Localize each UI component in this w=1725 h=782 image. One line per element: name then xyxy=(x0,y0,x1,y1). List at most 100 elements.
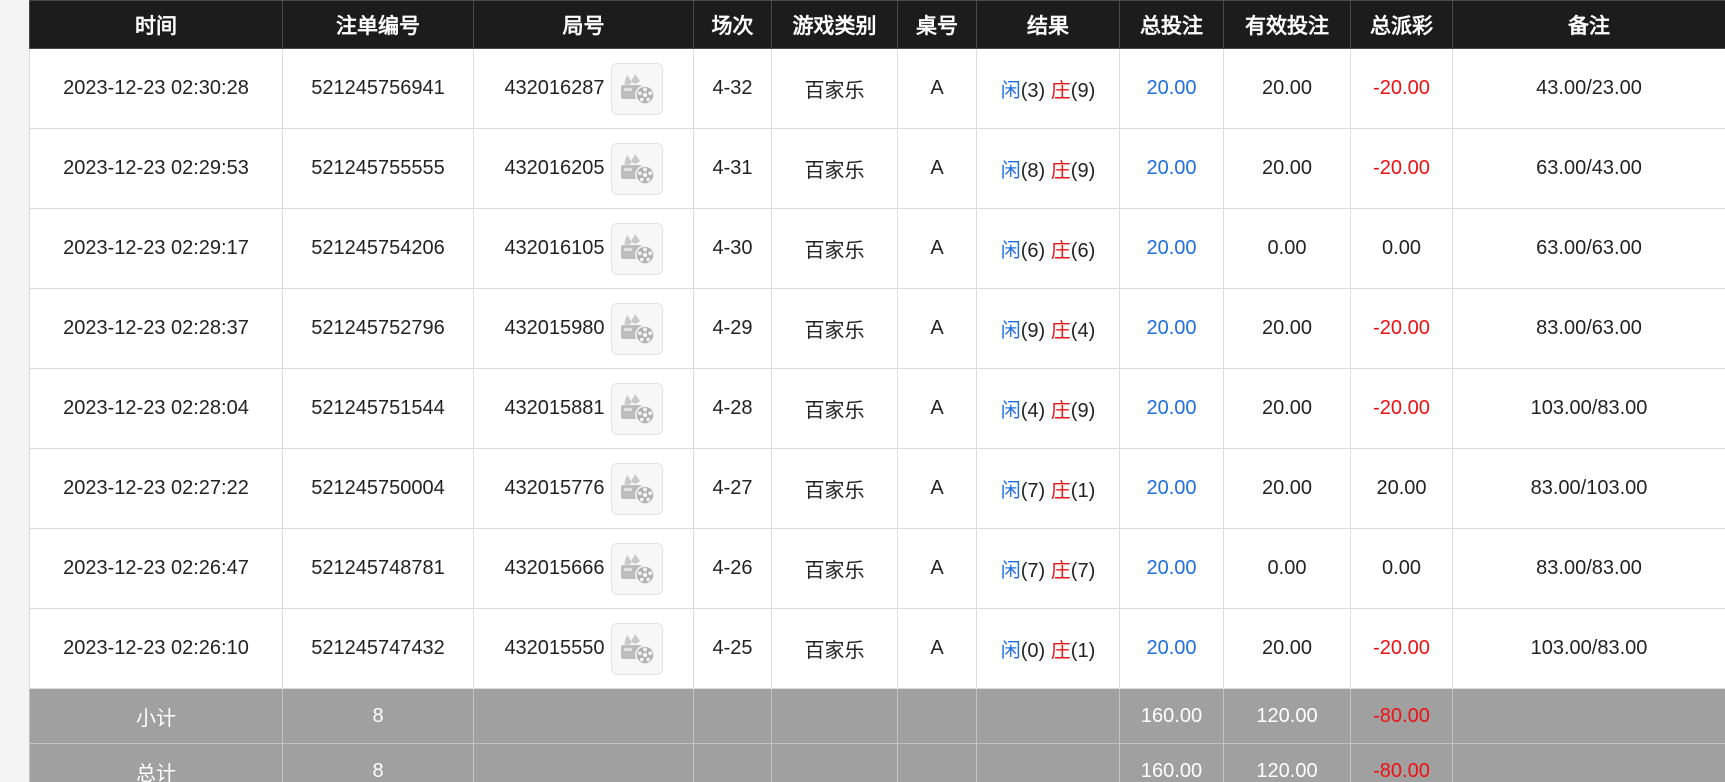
video-replay-button[interactable] xyxy=(610,382,663,435)
cell-round-id: 432015550 xyxy=(504,637,605,659)
result-banker-points: (4) xyxy=(1070,320,1096,342)
cell-result: 闲(7) 庄(7) xyxy=(976,528,1120,609)
table-body: 2023-12-23 02:30:28 521245756941 4320162… xyxy=(29,48,1725,689)
cell-round: 432015980 xyxy=(473,288,694,369)
cell-total-payout: 0.00 xyxy=(1350,208,1453,289)
video-replay-icon xyxy=(620,73,655,105)
total-count: 8 xyxy=(282,743,474,782)
subtotal-label: 小计 xyxy=(29,688,283,744)
result-banker-label: 庄 xyxy=(1050,478,1071,502)
cell-time: 2023-12-23 02:28:37 xyxy=(29,288,283,369)
result-player-label: 闲 xyxy=(1000,478,1021,502)
total-payout: -80.00 xyxy=(1350,743,1453,782)
col-header-total-payout: 总派彩 xyxy=(1350,0,1453,49)
video-replay-button[interactable] xyxy=(610,462,663,515)
table-header: 时间 注单编号 局号 场次 游戏类别 桌号 结果 总投注 有效投注 总派彩 备注 xyxy=(29,0,1725,49)
cell-total-bet: 20.00 xyxy=(1119,368,1224,449)
cell-round: 432015776 xyxy=(473,448,694,529)
empty-cell xyxy=(473,743,694,782)
video-replay-button[interactable] xyxy=(610,302,663,355)
cell-round: 432015550 xyxy=(473,608,694,689)
total-valid: 120.00 xyxy=(1223,743,1351,782)
cell-game-type: 百家乐 xyxy=(771,368,898,449)
cell-total-bet: 20.00 xyxy=(1119,208,1224,289)
video-replay-button[interactable] xyxy=(610,222,663,275)
result-banker-points: (6) xyxy=(1070,240,1096,262)
cell-total-payout: 0.00 xyxy=(1350,528,1453,609)
cell-total-bet: 20.00 xyxy=(1119,128,1224,209)
cell-round-id: 432016287 xyxy=(504,77,605,99)
cell-game-type: 百家乐 xyxy=(771,448,898,529)
result-player-label: 闲 xyxy=(1000,78,1021,102)
table-row: 2023-12-23 02:29:53 521245755555 4320162… xyxy=(29,128,1725,209)
result-banker-points: (9) xyxy=(1070,80,1096,102)
result-banker-label: 庄 xyxy=(1050,158,1071,182)
result-banker-points: (1) xyxy=(1070,480,1096,502)
result-player-label: 闲 xyxy=(1000,318,1021,342)
col-header-note: 备注 xyxy=(1452,0,1725,49)
cell-note: 43.00/23.00 xyxy=(1452,48,1725,129)
cell-time: 2023-12-23 02:29:17 xyxy=(29,208,283,289)
cell-round-id: 432015776 xyxy=(504,477,605,499)
cell-result: 闲(7) 庄(1) xyxy=(976,448,1120,529)
empty-cell xyxy=(693,688,772,744)
cell-table-no: A xyxy=(897,608,977,689)
video-replay-icon xyxy=(620,233,655,265)
table-row: 2023-12-23 02:30:28 521245756941 4320162… xyxy=(29,48,1725,129)
cell-session: 4-28 xyxy=(693,368,772,449)
video-replay-button[interactable] xyxy=(610,542,663,595)
cell-note: 103.00/83.00 xyxy=(1452,368,1725,449)
video-replay-button[interactable] xyxy=(610,142,663,195)
cell-round: 432015881 xyxy=(473,368,694,449)
col-header-result: 结果 xyxy=(976,0,1120,49)
col-header-game-type: 游戏类别 xyxy=(771,0,898,49)
result-banker-points: (9) xyxy=(1070,160,1096,182)
cell-result: 闲(6) 庄(6) xyxy=(976,208,1120,289)
cell-round: 432016105 xyxy=(473,208,694,289)
cell-note: 83.00/63.00 xyxy=(1452,288,1725,369)
video-replay-icon xyxy=(620,633,655,665)
cell-order-id: 521245755555 xyxy=(282,128,474,209)
cell-result: 闲(4) 庄(9) xyxy=(976,368,1120,449)
cell-total-bet: 20.00 xyxy=(1119,528,1224,609)
empty-cell xyxy=(771,743,898,782)
result-player-label: 闲 xyxy=(1000,238,1021,262)
cell-valid-bet: 20.00 xyxy=(1223,128,1351,209)
cell-round: 432015666 xyxy=(473,528,694,609)
result-player-points: (7) xyxy=(1020,560,1046,582)
cell-order-id: 521245747432 xyxy=(282,608,474,689)
col-header-order-id: 注单编号 xyxy=(282,0,474,49)
col-header-valid-bet: 有效投注 xyxy=(1223,0,1351,49)
cell-valid-bet: 20.00 xyxy=(1223,368,1351,449)
cell-total-bet: 20.00 xyxy=(1119,608,1224,689)
col-header-session: 场次 xyxy=(693,0,772,49)
cell-time: 2023-12-23 02:29:53 xyxy=(29,128,283,209)
empty-cell xyxy=(897,743,977,782)
col-header-time: 时间 xyxy=(29,0,283,49)
cell-valid-bet: 0.00 xyxy=(1223,528,1351,609)
cell-order-id: 521245752796 xyxy=(282,288,474,369)
subtotal-row: 小计 8 160.00 120.00 -80.00 xyxy=(29,688,1725,744)
cell-table-no: A xyxy=(897,288,977,369)
result-player-points: (7) xyxy=(1020,480,1046,502)
cell-valid-bet: 0.00 xyxy=(1223,208,1351,289)
cell-result: 闲(3) 庄(9) xyxy=(976,48,1120,129)
cell-total-payout: -20.00 xyxy=(1350,608,1453,689)
result-banker-label: 庄 xyxy=(1050,318,1071,342)
video-replay-icon xyxy=(620,153,655,185)
cell-game-type: 百家乐 xyxy=(771,128,898,209)
cell-order-id: 521245751544 xyxy=(282,368,474,449)
result-player-points: (0) xyxy=(1020,640,1046,662)
result-banker-label: 庄 xyxy=(1050,238,1071,262)
cell-time: 2023-12-23 02:28:04 xyxy=(29,368,283,449)
cell-total-bet: 20.00 xyxy=(1119,448,1224,529)
col-header-total-bet: 总投注 xyxy=(1119,0,1224,49)
cell-round-id: 432015666 xyxy=(504,557,605,579)
cell-session: 4-31 xyxy=(693,128,772,209)
cell-round-id: 432015980 xyxy=(504,317,605,339)
video-replay-button[interactable] xyxy=(610,62,663,115)
video-replay-button[interactable] xyxy=(610,622,663,675)
total-bet: 160.00 xyxy=(1119,743,1224,782)
cell-valid-bet: 20.00 xyxy=(1223,48,1351,129)
cell-note: 63.00/63.00 xyxy=(1452,208,1725,289)
